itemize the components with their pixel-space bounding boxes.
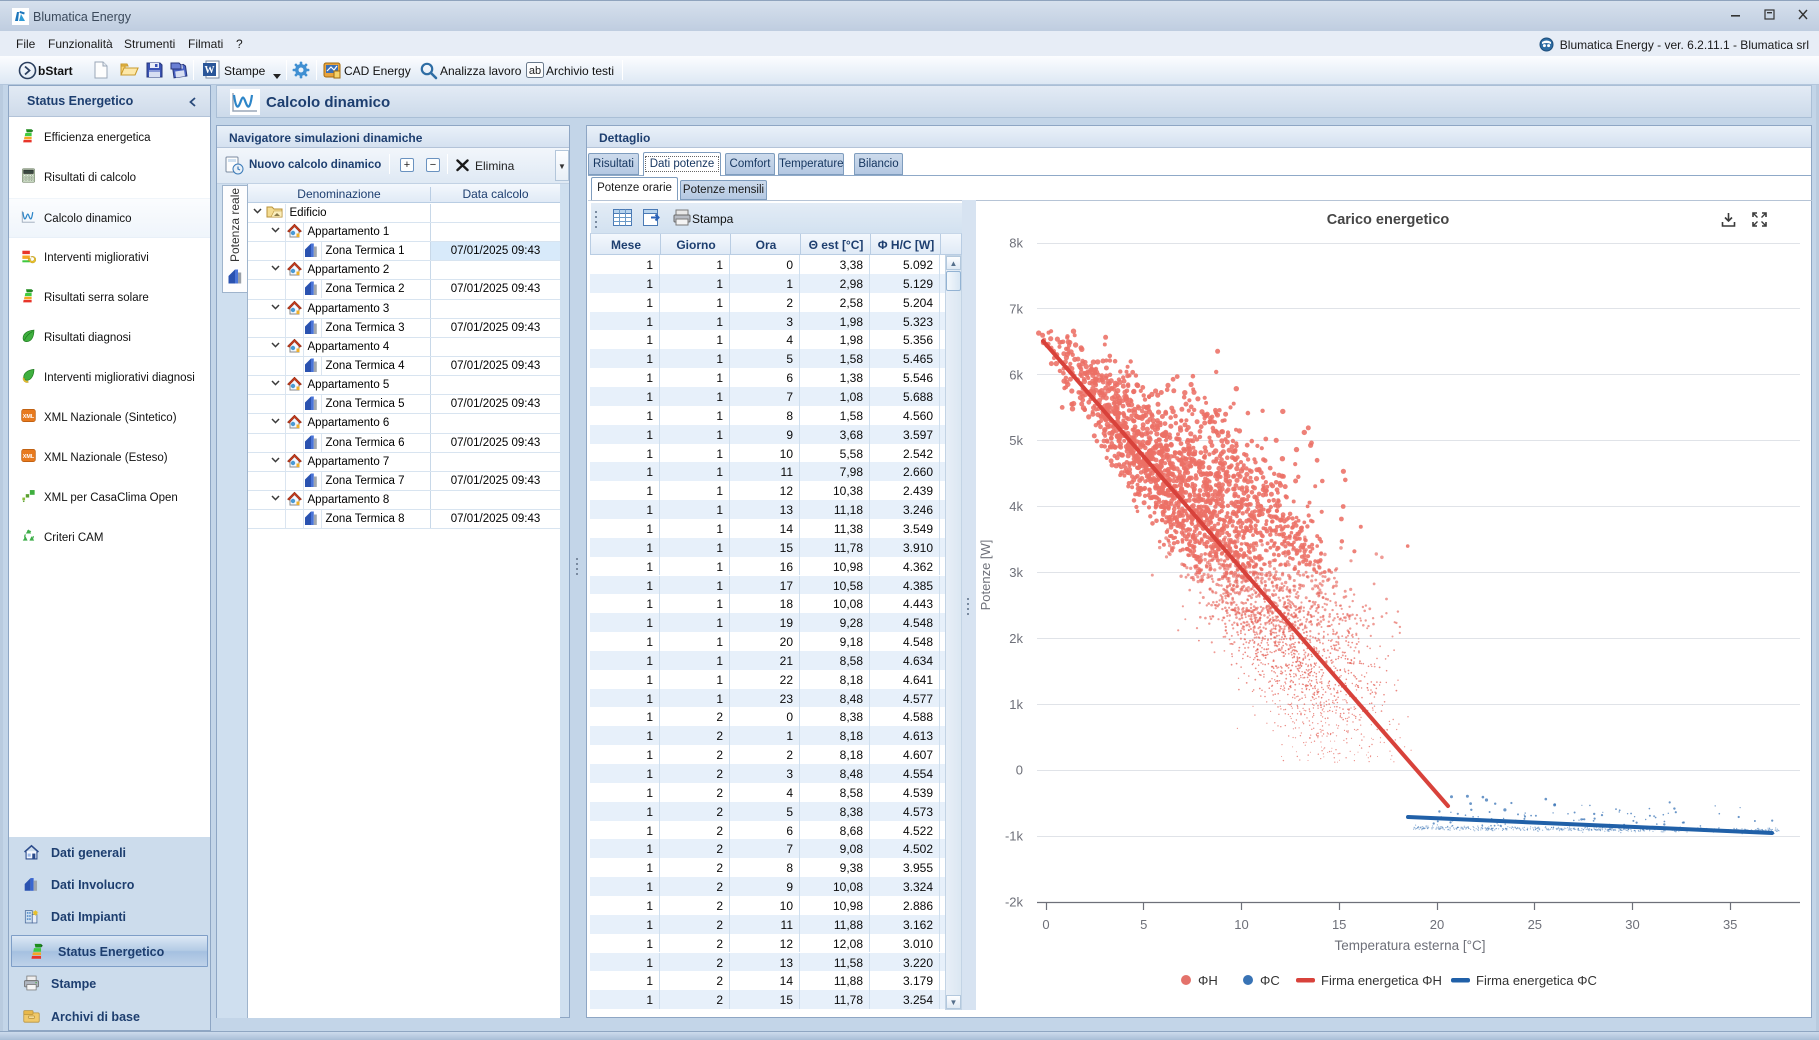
- svg-text:5: 5: [1140, 917, 1147, 932]
- svg-text:Firma energetica ΦH: Firma energetica ΦH: [1321, 973, 1442, 988]
- svg-text:0: 0: [1042, 917, 1049, 932]
- svg-text:7k: 7k: [1009, 301, 1023, 316]
- svg-text:2k: 2k: [1009, 631, 1023, 646]
- svg-text:5k: 5k: [1009, 433, 1023, 448]
- svg-text:-2k: -2k: [1005, 895, 1024, 910]
- svg-text:15: 15: [1332, 917, 1346, 932]
- svg-text:30: 30: [1625, 917, 1639, 932]
- svg-text:1k: 1k: [1009, 697, 1023, 712]
- svg-text:10: 10: [1234, 917, 1248, 932]
- svg-text:8k: 8k: [1009, 236, 1023, 251]
- svg-text:ΦH: ΦH: [1198, 973, 1218, 988]
- svg-text:35: 35: [1723, 917, 1737, 932]
- svg-text:0: 0: [1016, 763, 1023, 778]
- svg-text:Temperatura esterna [°C]: Temperatura esterna [°C]: [1335, 938, 1486, 953]
- svg-text:Potenze [W]: Potenze [W]: [978, 540, 993, 611]
- svg-text:Carico energetico: Carico energetico: [1327, 212, 1450, 228]
- svg-text:4k: 4k: [1009, 499, 1023, 514]
- svg-text:ΦC: ΦC: [1260, 973, 1280, 988]
- svg-text:3k: 3k: [1009, 565, 1023, 580]
- svg-text:25: 25: [1528, 917, 1542, 932]
- svg-text:-1k: -1k: [1005, 829, 1024, 844]
- svg-text:Firma energetica ΦC: Firma energetica ΦC: [1476, 973, 1597, 988]
- svg-text:6k: 6k: [1009, 367, 1023, 382]
- svg-text:20: 20: [1430, 917, 1444, 932]
